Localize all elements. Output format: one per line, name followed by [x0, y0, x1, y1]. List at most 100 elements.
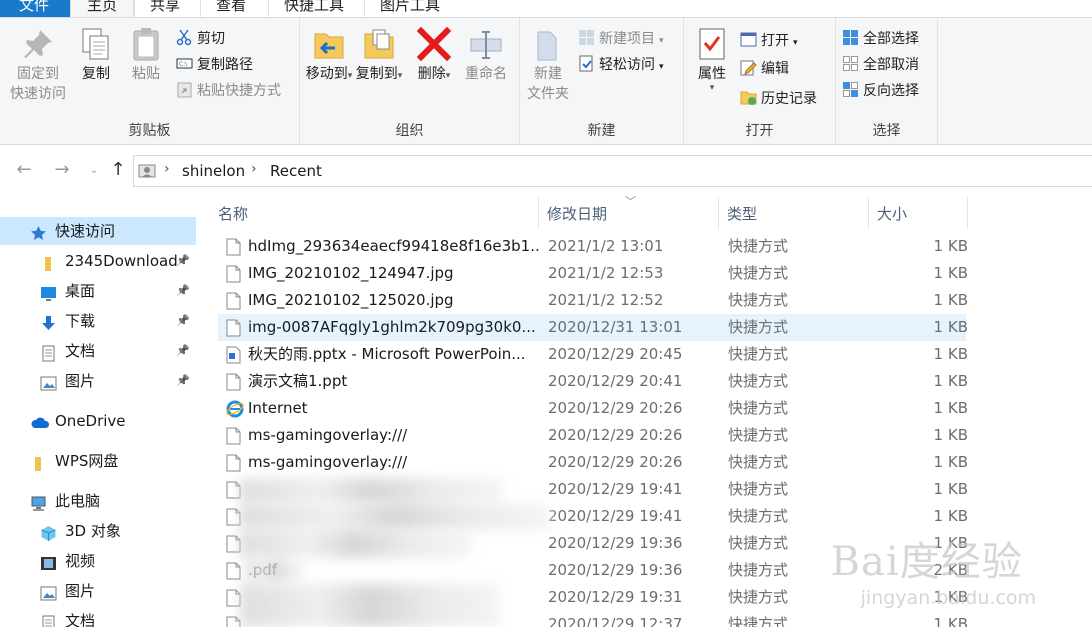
- tab-file[interactable]: 文件: [0, 0, 70, 17]
- file-name: ms-gamingoverlay:///: [248, 426, 408, 444]
- breadcrumb-shinelon[interactable]: shinelon: [182, 162, 245, 180]
- breadcrumb-chevron-icon[interactable]: ›: [251, 161, 257, 177]
- easy-access-button[interactable]: 轻松访问 ▾: [578, 54, 664, 76]
- select-none-button[interactable]: 全部取消: [842, 54, 919, 76]
- column-header-date[interactable]: 修改日期: [538, 197, 718, 229]
- tab-share[interactable]: 共享: [134, 0, 200, 17]
- file-date: 2020/12/29 20:26: [548, 426, 683, 444]
- nav-item[interactable]: 图片 📌: [0, 367, 196, 395]
- nav-item[interactable]: WPS网盘: [0, 447, 196, 475]
- up-arrow-icon[interactable]: ↑: [106, 159, 130, 180]
- nav-item[interactable]: 桌面 📌: [0, 277, 196, 305]
- file-row[interactable]: IMG_20210102_124947.jpg 2021/1/2 12:53 快捷方…: [218, 260, 968, 287]
- nav-item[interactable]: 此电脑: [0, 487, 196, 515]
- edit-button[interactable]: 编辑: [740, 58, 789, 80]
- cut-button[interactable]: 剪切: [176, 28, 225, 50]
- file-type: 快捷方式: [728, 453, 789, 471]
- copy-path-button[interactable]: C:\ 复制路径: [176, 54, 253, 76]
- tab-view[interactable]: 查看: [200, 0, 268, 17]
- nav-item[interactable]: 3D 对象: [0, 517, 196, 545]
- pin-icon[interactable]: 📌: [176, 367, 190, 395]
- column-header-size[interactable]: 大小: [868, 197, 968, 229]
- move-to-label: 移动到: [305, 66, 348, 82]
- new-item-button[interactable]: 新建项目 ▾: [578, 28, 664, 50]
- file-row[interactable]: IMG_20210102_125020.jpg 2021/1/2 12:52 快捷方…: [218, 287, 968, 314]
- file-row[interactable]: hdImg_293634eaecf99418e8f16e3b1... 2021/1…: [218, 233, 968, 260]
- copy-button[interactable]: 复制: [76, 26, 116, 84]
- move-to-button[interactable]: 移动到▾: [304, 26, 354, 86]
- clipboard-group: 固定到 快速访问 复制 粘贴 剪切 C:\ 复制路径 粘贴快捷方式 剪贴板: [0, 18, 300, 144]
- nav-item[interactable]: 2345Download 📌: [0, 247, 196, 275]
- easy-access-icon: [578, 55, 595, 72]
- copy-to-button[interactable]: 复制到▾: [354, 26, 404, 86]
- file-date: 2020/12/29 12:37: [548, 615, 683, 627]
- invert-selection-button[interactable]: 反向选择: [842, 80, 919, 102]
- properties-button[interactable]: 属性 ▾: [692, 26, 732, 93]
- pin-icon[interactable]: 📌: [176, 277, 190, 305]
- video-icon: [40, 553, 57, 570]
- shortcut-file-icon: [226, 373, 241, 391]
- file-size: 1 KB: [933, 507, 968, 525]
- file-date: 2020/12/29 19:41: [548, 507, 683, 525]
- pin-label-line1: 固定到: [17, 66, 59, 82]
- nav-item[interactable]: 快速访问: [0, 217, 196, 245]
- file-row[interactable]: 秋天的雨.pptx - Microsoft PowerPoin... 2020/1…: [218, 341, 968, 368]
- file-type: 快捷方式: [728, 615, 789, 627]
- pin-to-quick-access-button[interactable]: 固定到 快速访问: [6, 26, 70, 104]
- tab-home[interactable]: 主页: [70, 0, 134, 17]
- shortcut-file-icon: [226, 616, 241, 627]
- rename-button[interactable]: 重命名: [460, 26, 512, 84]
- open-button[interactable]: 打开 ▾: [740, 30, 798, 52]
- folder-icon: [40, 253, 57, 271]
- invert-selection-icon: [842, 81, 859, 98]
- select-none-icon: [842, 55, 859, 72]
- breadcrumb-chevron-icon[interactable]: ›: [164, 161, 170, 177]
- nav-item[interactable]: 下载 📌: [0, 307, 196, 335]
- file-size: 1 KB: [933, 291, 968, 309]
- paste-button[interactable]: 粘贴: [124, 26, 168, 84]
- nav-item-label: 2345Download: [65, 252, 178, 270]
- nav-item[interactable]: 文档: [0, 607, 196, 627]
- delete-label: 删除: [417, 66, 446, 82]
- select-all-button[interactable]: 全部选择: [842, 28, 919, 50]
- 3d-objects-icon: [40, 523, 57, 541]
- nav-item[interactable]: 视频: [0, 547, 196, 575]
- forward-arrow-icon[interactable]: →: [50, 159, 74, 180]
- pin-icon[interactable]: 📌: [176, 247, 190, 275]
- nav-item[interactable]: 图片: [0, 577, 196, 605]
- new-folder-button[interactable]: 新建 文件夹: [526, 26, 570, 104]
- back-arrow-icon[interactable]: ←: [12, 159, 36, 180]
- column-header-type[interactable]: 类型: [718, 197, 868, 229]
- pin-icon[interactable]: 📌: [176, 337, 190, 365]
- file-row[interactable]: 演示文稿1.ppt 2020/12/29 20:41 快捷方式 1 KB: [218, 368, 968, 395]
- file-date: 2021/1/2 13:01: [548, 237, 664, 255]
- breadcrumb-recent[interactable]: Recent: [270, 162, 322, 180]
- delete-button[interactable]: 删除▾: [414, 26, 454, 86]
- download-icon: [40, 313, 57, 330]
- file-name: Internet: [248, 399, 308, 417]
- address-path-box[interactable]: › shinelon › Recent: [133, 155, 1092, 187]
- file-date: 2020/12/29 20:26: [548, 399, 683, 417]
- properties-icon: [694, 26, 730, 62]
- pin-icon[interactable]: 📌: [176, 307, 190, 335]
- edit-icon: [740, 59, 757, 76]
- copy-to-dropdown-icon: ▾: [397, 71, 403, 81]
- nav-item[interactable]: OneDrive: [0, 407, 196, 435]
- file-size: 1 KB: [933, 372, 968, 390]
- file-row[interactable]: ms-gamingoverlay:/// 2020/12/29 20:26 快捷方式…: [218, 422, 968, 449]
- pictures-icon: [40, 373, 57, 391]
- nav-item[interactable]: 文档 📌: [0, 337, 196, 365]
- tab-shortcut-tools[interactable]: 快捷工具: [268, 0, 364, 17]
- file-row[interactable]: img-0087AFqgly1ghlm2k709pg30k0... 2020/12…: [218, 314, 968, 341]
- column-header-name[interactable]: 名称: [210, 197, 538, 229]
- file-type: 快捷方式: [728, 237, 789, 255]
- recent-locations-chevron-icon[interactable]: ⌄: [82, 165, 106, 176]
- file-row[interactable]: ms-gamingoverlay:/// 2020/12/29 20:26 快捷方式…: [218, 449, 968, 476]
- nav-item-label: 此电脑: [55, 492, 101, 510]
- watermark-line2: jingyan.baidu.com: [860, 587, 1036, 609]
- file-date: 2020/12/29 19:41: [548, 480, 683, 498]
- paste-shortcut-button[interactable]: 粘贴快捷方式: [176, 80, 281, 102]
- file-row[interactable]: Internet 2020/12/29 20:26 快捷方式 1 KB: [218, 395, 968, 422]
- history-button[interactable]: 历史记录: [740, 88, 817, 110]
- tab-picture-tools[interactable]: 图片工具: [364, 0, 460, 17]
